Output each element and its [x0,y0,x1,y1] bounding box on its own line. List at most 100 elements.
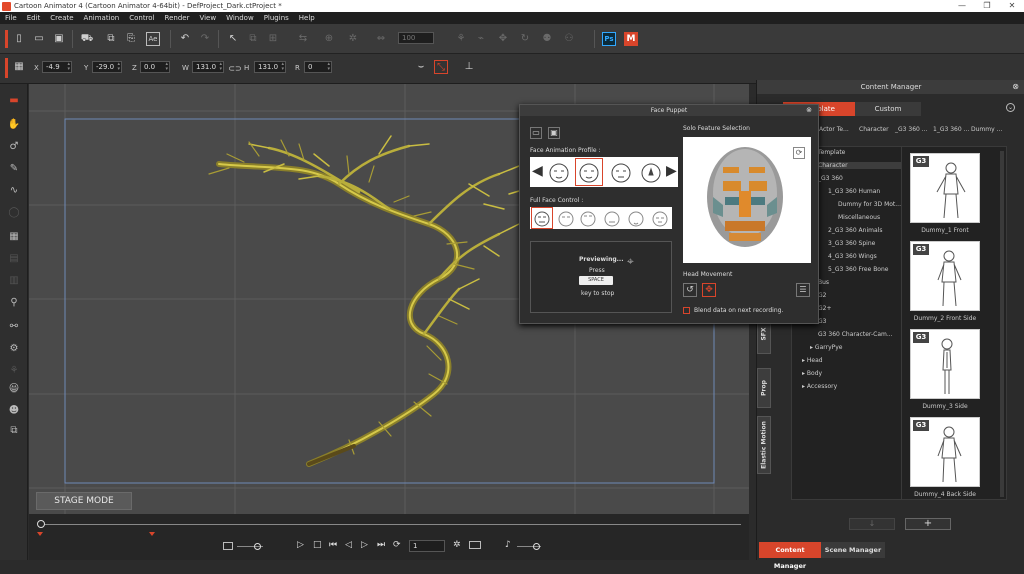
spring-icon[interactable]: ⌁ [474,32,488,46]
play-icon[interactable]: ▷ [297,540,304,550]
menu-render[interactable]: Render [160,14,195,22]
next-frame-icon[interactable]: ▷ [361,540,368,550]
side-tab-elastic-motion[interactable]: Elastic Motion [757,416,771,474]
range-start-marker[interactable] [37,532,43,536]
open-folder-icon[interactable]: ▭ [32,32,46,46]
menu-help[interactable]: Help [294,14,320,22]
r-input[interactable]: 0 ▴ ▾ [304,61,332,73]
settings-icon[interactable]: ✲ [453,540,461,550]
maximize-button[interactable]: ❐ [975,0,999,12]
grid-icon[interactable]: ▦ [12,60,26,74]
spring-tool-icon[interactable]: ⚘ [6,364,22,378]
profile-face-icon[interactable] [638,159,664,185]
breadcrumb-item[interactable]: Actor Te... [819,126,849,133]
profile-prev-icon[interactable]: ◀ [532,163,543,179]
redo-icon[interactable]: ↷ [198,32,212,46]
flip-horizontal-icon[interactable]: ⌣ [414,60,428,74]
select-arrow-icon[interactable]: ↖ [226,32,240,46]
rotate-icon[interactable]: ↻ [518,32,532,46]
minimize-button[interactable]: — [950,0,974,12]
timeline-playhead[interactable] [37,520,45,528]
tree-item[interactable]: 3_G3 360 Spine [828,240,875,247]
sprite-tool-icon[interactable]: ▥ [6,274,22,288]
prev-frame-icon[interactable]: ◁ [345,540,352,550]
puppet-icon[interactable]: ⚉ [540,32,554,46]
face-tool-icon[interactable]: ◯ [6,206,22,220]
breadcrumb-item[interactable]: 1_G3 360 ... [933,126,969,133]
volume-slider-knob[interactable] [533,543,540,550]
reset-pivot-icon[interactable]: ⊥ [462,60,476,74]
tree-item[interactable]: Miscellaneous [838,214,880,221]
audio-tool-icon[interactable]: ∿ [6,184,22,198]
flip-icon[interactable]: ⇆ [296,32,310,46]
tree-item[interactable]: ▸ Body [802,370,822,377]
breadcrumb-item[interactable]: Dummy ... [971,126,1002,133]
import-icon[interactable]: ⧉ [104,32,118,46]
full-face-icon[interactable] [531,207,553,229]
y-input[interactable]: -29.0 ▴ ▾ [92,61,122,73]
tree-item[interactable]: Bus [818,279,829,286]
head-preview[interactable]: ⟳ [683,137,811,263]
motion-icon[interactable]: ✥ [496,32,510,46]
zoom-field[interactable]: 100 [398,32,434,44]
actor-tool-icon[interactable]: ✋ [6,118,22,132]
profile-face-selected-icon[interactable] [575,158,603,186]
export-icon[interactable]: ⎘ [124,32,138,46]
close-dialog-icon[interactable]: ⊗ [806,105,812,116]
stop-icon[interactable]: □ [313,540,322,550]
last-frame-icon[interactable]: ⏭ [377,540,385,550]
side-tab-prop[interactable]: Prop [757,368,771,408]
marketplace-button[interactable]: M [624,32,638,46]
after-effects-button[interactable]: Ae [146,32,160,46]
menu-edit[interactable]: Edit [22,14,46,22]
reset-feature-icon[interactable]: ⟳ [793,147,805,159]
tree-item[interactable]: 1_G3 360 Human [828,188,880,195]
menu-file[interactable]: File [0,14,22,22]
pivot-icon[interactable]: ✲ [346,32,360,46]
copy-icon[interactable]: ⧉ [246,32,260,46]
eyes-icon[interactable] [556,208,576,228]
bone-icon[interactable]: ⚘ [454,32,468,46]
tree-item[interactable]: ▸ Accessory [802,383,837,390]
h-input[interactable]: 131.0 ▴ ▾ [254,61,286,73]
face-key-tool-icon[interactable]: ☻ [6,404,22,418]
speed-slider-knob[interactable] [254,543,261,550]
face-key-icon[interactable]: ⚇ [562,32,576,46]
loop-icon[interactable]: ⟳ [393,540,401,550]
profile-face-icon[interactable] [608,159,634,185]
close-window-button[interactable]: ✕ [1000,0,1024,12]
tree-item[interactable]: Character [818,162,902,169]
thumbnail-scrollbar[interactable] [1000,151,1004,497]
z-input[interactable]: 0.0 ▴ ▾ [140,61,170,73]
download-button[interactable]: ↓ [849,518,895,530]
tab-scene-manager[interactable]: Scene Manager [821,542,885,558]
tree-item[interactable]: ▸ Head [802,357,823,364]
breadcrumb-item[interactable]: _G3 360 ... [895,126,927,133]
link-icon[interactable]: ⊂⊃ [228,62,242,76]
tree-item[interactable]: G3 360 Character-Cam... [818,331,893,338]
head-move-icon[interactable]: ✥ [702,283,716,297]
thumbnail-card[interactable]: G3 [910,329,980,399]
grid-tool-icon[interactable]: ▦ [6,230,22,244]
align-icon[interactable]: ⊕ [322,32,336,46]
volume-icon[interactable]: ♪ [505,540,511,550]
layer-tool-icon[interactable]: ▤ [6,252,22,266]
layers-tool-icon[interactable]: ⧉ [6,424,22,438]
options-chevron-icon[interactable]: ⌄ [1006,103,1015,112]
frame-input[interactable]: 1 [409,540,445,552]
face-puppet-tool-icon[interactable]: ☺ [6,382,22,396]
tab-custom[interactable]: Custom [855,102,921,116]
head-rotate-icon[interactable]: ↺ [683,283,697,297]
thumbnail-card[interactable]: G3 [910,153,980,223]
add-button[interactable]: + [905,518,951,530]
prop-tool-icon[interactable]: ⚙ [6,342,22,356]
menu-animation[interactable]: Animation [79,14,125,22]
mouth-icon[interactable] [602,208,622,228]
tree-item[interactable]: Template [818,149,845,156]
cheek-icon[interactable] [650,208,670,228]
save-icon[interactable]: ▣ [52,32,66,46]
flip-vertical-icon[interactable]: ⤡ [434,60,448,74]
thumbnail-card[interactable]: G3 [910,241,980,311]
photoshop-button[interactable]: Ps [602,32,616,46]
tree-item[interactable]: 5_G3 360 Free Bone [828,266,888,273]
